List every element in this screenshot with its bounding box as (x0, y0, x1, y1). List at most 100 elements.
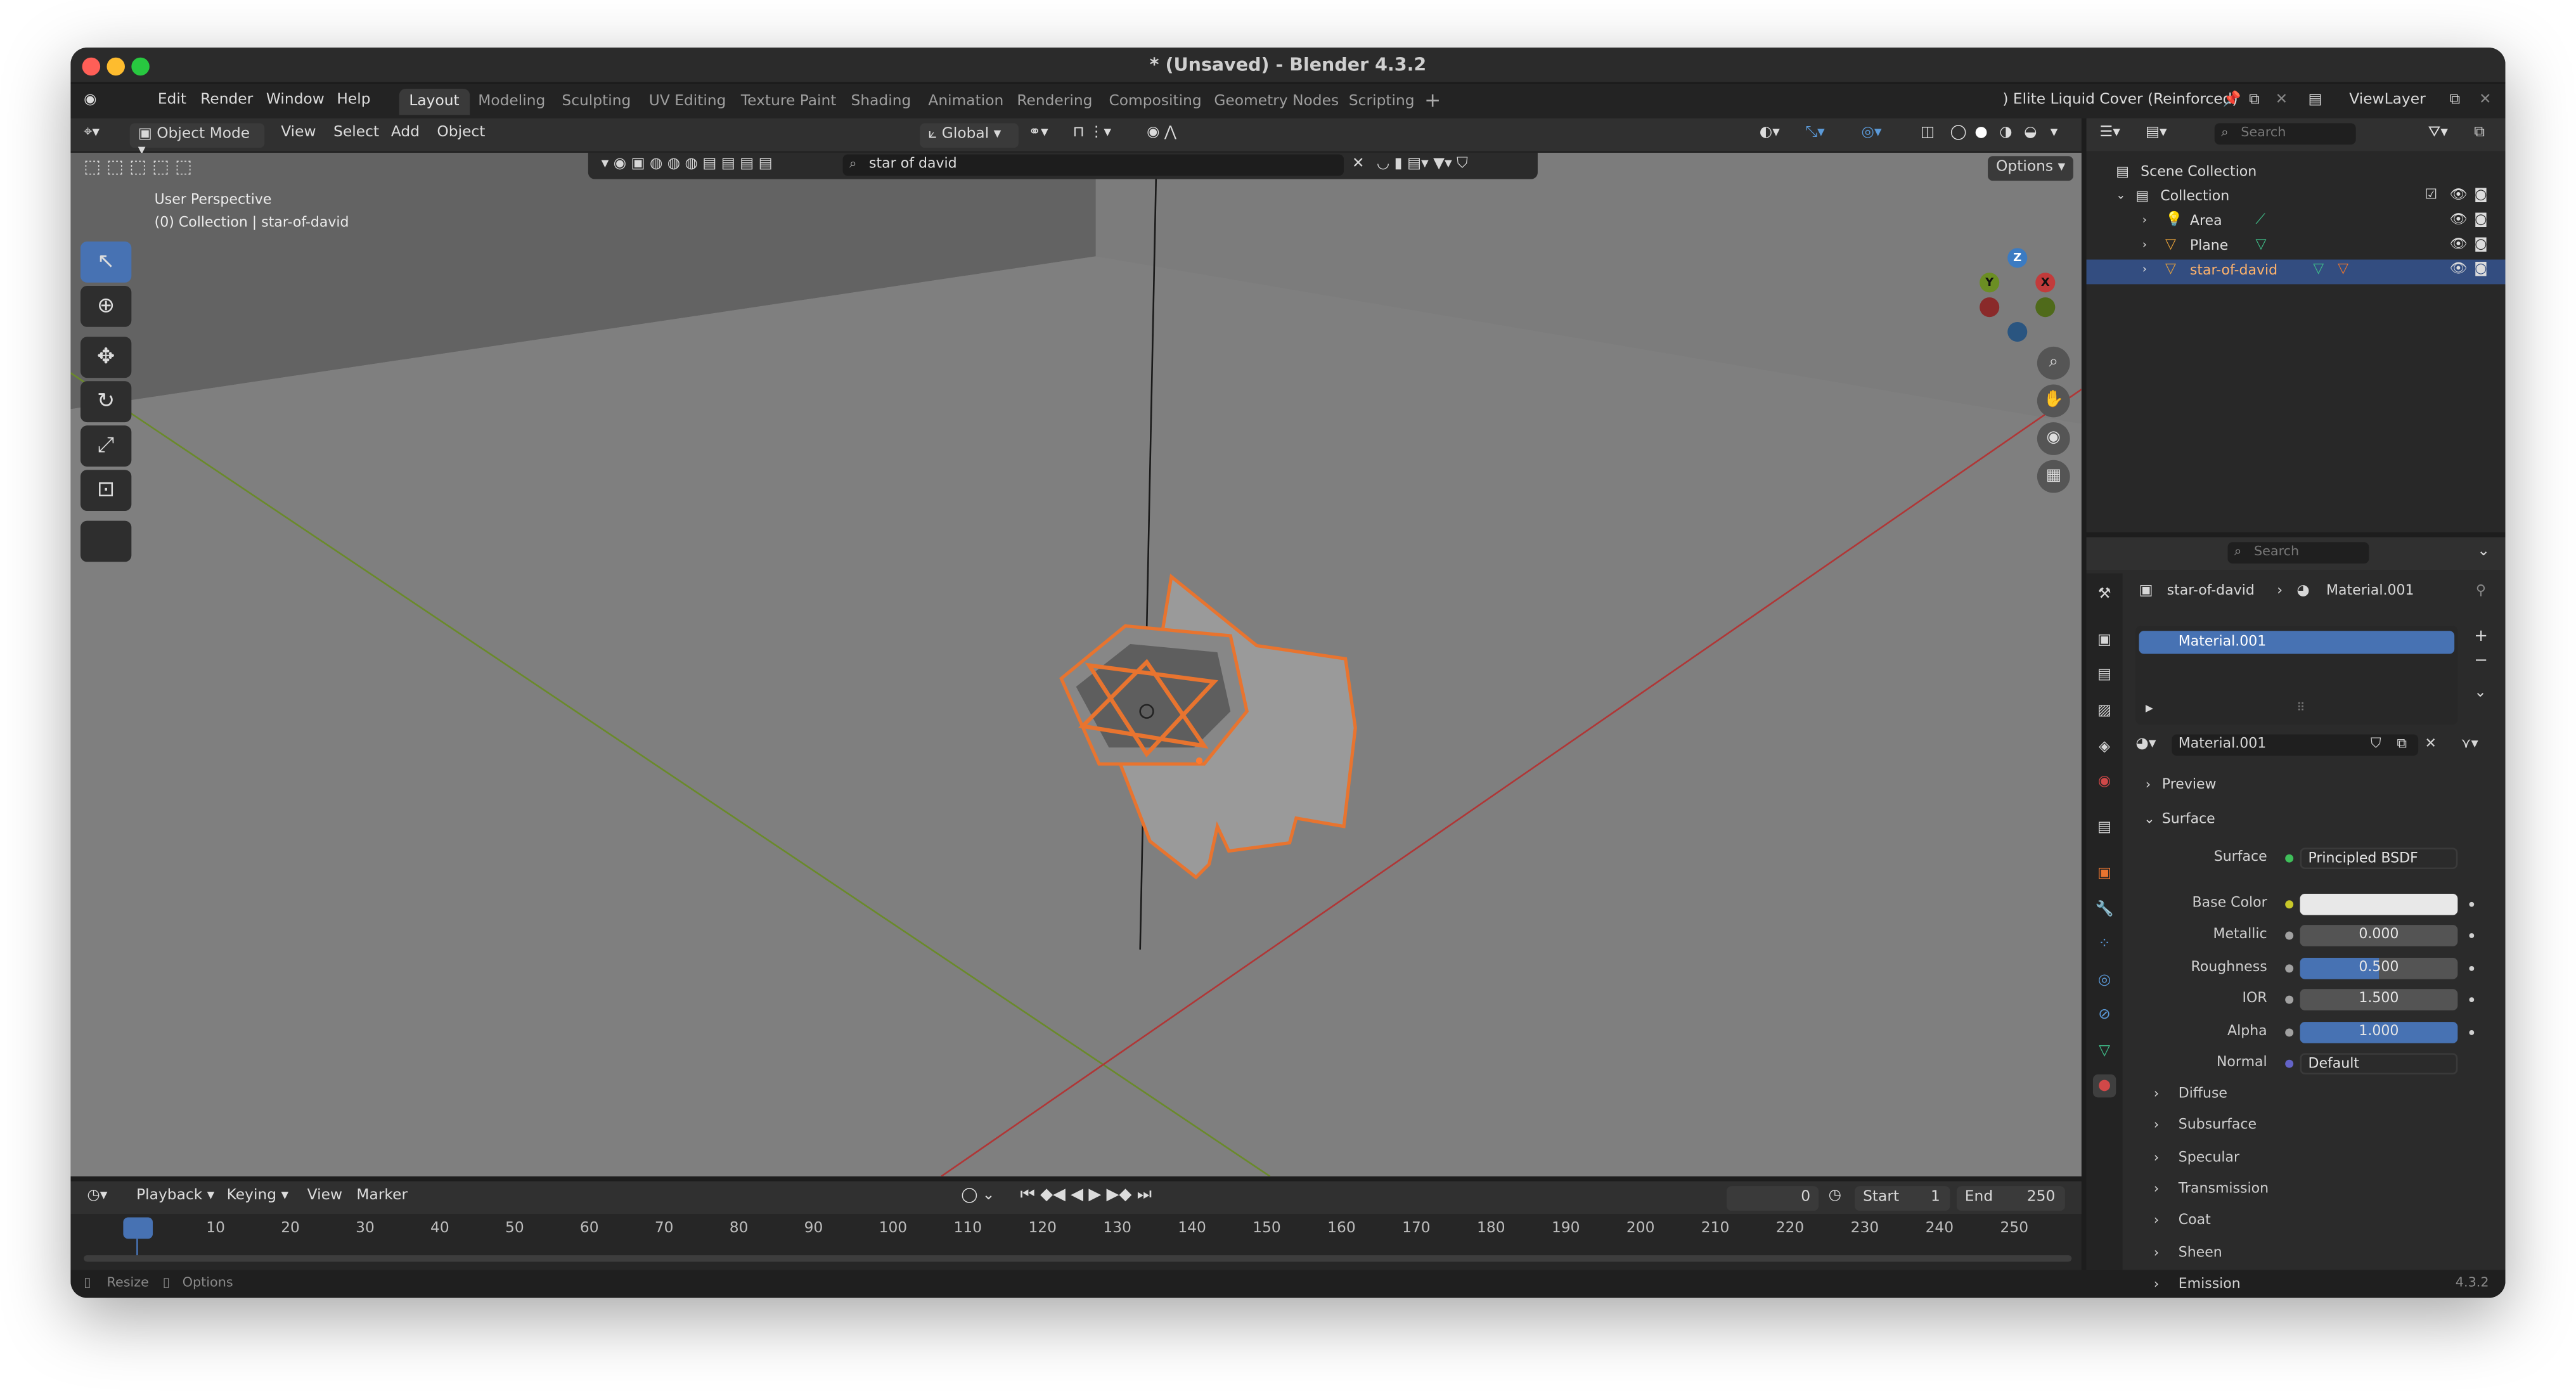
shading-dropdown-icon[interactable]: ▾ (2051, 125, 2058, 141)
normal-socket-icon[interactable] (2285, 1059, 2294, 1068)
chevron-right-icon[interactable]: › (2146, 777, 2151, 792)
chevron-right-icon[interactable]: › (2142, 214, 2147, 227)
playhead[interactable] (123, 1217, 153, 1239)
input-socket-icon[interactable] (2285, 1028, 2294, 1036)
filter-icon[interactable]: ⛛▾ (2428, 125, 2448, 141)
snap-icon[interactable]: ⊓ ⋮▾ (1072, 125, 1111, 141)
browse-material-icon[interactable]: ◕▾ (2135, 736, 2156, 752)
subsection-header[interactable]: Coat (2179, 1213, 2211, 1229)
chevron-right-icon[interactable]: › (2142, 263, 2147, 276)
pin-icon[interactable]: ⚲ (2476, 583, 2486, 600)
ortho-grid-icon[interactable]: ▦ (2037, 460, 2070, 493)
eye-icon[interactable]: 👁 (2449, 212, 2467, 228)
subsection-header[interactable]: Specular (2179, 1149, 2239, 1166)
add-slot-icon[interactable]: + (2474, 628, 2488, 646)
exclude-checkbox[interactable]: ☑ (2425, 187, 2437, 203)
orientation-dropdown[interactable]: ⟀ Global ▾ (920, 123, 1019, 148)
unlink-material-icon[interactable]: ✕ (2425, 736, 2436, 752)
tab-rendering[interactable]: Rendering (1007, 89, 1102, 115)
pan-hand-icon[interactable]: ✋ (2037, 384, 2070, 418)
tab-sculpting[interactable]: Sculpting (552, 89, 641, 115)
menu-help[interactable]: Help (337, 92, 370, 108)
tab-modeling[interactable]: Modeling (468, 89, 555, 115)
transform-tool[interactable]: ⊡ (80, 470, 132, 512)
timer-icon[interactable]: ◷ (1829, 1188, 1841, 1204)
timeline-editor-icon[interactable]: ◷▾ (87, 1188, 107, 1204)
outliner-editor-icon[interactable]: ☰▾ (2099, 125, 2120, 141)
input-socket-icon[interactable] (2285, 963, 2294, 972)
subsection-header[interactable]: Diffuse (2179, 1086, 2227, 1102)
menu-window[interactable]: Window (266, 92, 325, 108)
duplicate-material-icon[interactable]: ⧉ (2397, 736, 2407, 752)
asset-filter-icons[interactable]: ◡ ▮ ▤▾ ▼▾ ⛉ (1377, 156, 1468, 172)
chevron-down-icon[interactable]: ⌄ (2144, 811, 2154, 826)
menu-keying[interactable]: Keying ▾ (227, 1188, 289, 1204)
menu-add[interactable]: Add (391, 125, 420, 141)
remove-slot-icon[interactable]: − (2474, 652, 2488, 671)
shading-rendered-icon[interactable]: ◒ (2024, 125, 2037, 141)
menu-render[interactable]: Render (200, 92, 253, 108)
chevron-right-icon[interactable]: › (2142, 238, 2147, 252)
playback-controls-icon[interactable]: ⏮ ◆◀ ◀ ▶ ▶◆ ⏭ (1021, 1186, 1152, 1204)
world-tab-icon[interactable]: ◉ (2093, 771, 2116, 794)
menu-view[interactable]: View (281, 125, 316, 141)
display-mode-icon[interactable]: ▤▾ (2146, 125, 2167, 141)
move-tool[interactable]: ✥ (80, 337, 132, 378)
current-frame-field[interactable]: 0 (1726, 1186, 1819, 1211)
tab-scripting[interactable]: Scripting (1339, 89, 1424, 115)
render-tab-icon[interactable]: ▣ (2093, 629, 2116, 652)
zoom-icon[interactable]: ⌕ (2037, 346, 2070, 380)
node-link-icon[interactable]: ⋎▾ (2461, 736, 2478, 752)
collection-row[interactable]: ⌄ ▤ Collection ☑ 👁 ◙ (2087, 186, 2506, 210)
normal-field[interactable]: Default (2300, 1053, 2458, 1075)
outliner-item-plane[interactable]: › ▽ Plane ▽ 👁 ◙ (2087, 235, 2506, 260)
chevron-right-icon[interactable]: › (2154, 1149, 2159, 1164)
tab-layout[interactable]: Layout (399, 88, 470, 115)
rotate-tool[interactable]: ↻ (80, 381, 132, 423)
proportional-edit-icon[interactable]: ◉ ⋀ (1147, 125, 1176, 141)
object-type-filter-icons[interactable]: ▾ ◉ ▣ ◍ ◍ ◍ ▤ ▤ ▤ ▤ (602, 156, 773, 172)
clear-search-icon[interactable]: ✕ (1352, 156, 1365, 172)
shader-socket-icon[interactable] (2285, 854, 2294, 863)
camera-icon[interactable]: ◙ (2474, 236, 2487, 253)
eye-icon[interactable]: 👁 (2449, 261, 2467, 278)
tab-texture-paint[interactable]: Texture Paint (731, 89, 846, 115)
cursor-tool[interactable]: ⊕ (80, 285, 132, 327)
input-socket-icon[interactable] (2285, 932, 2294, 941)
end-frame-field[interactable]: End 250 (1956, 1186, 2065, 1211)
camera-icon[interactable]: ◙ (2474, 187, 2487, 203)
output-tab-icon[interactable]: ▤ (2093, 664, 2116, 686)
view-layer-icon[interactable]: ▤ (2308, 92, 2322, 108)
tab-uv-editing[interactable]: UV Editing (639, 89, 736, 115)
subsection-header[interactable]: Sheen (2179, 1244, 2222, 1261)
material-tab-icon[interactable]: ● (2092, 1074, 2116, 1098)
shading-material-icon[interactable]: ◑ (1999, 125, 2012, 141)
pin-icon[interactable]: 📌 (2223, 92, 2241, 108)
visibility-icon[interactable]: ◐▾ (1760, 125, 1780, 141)
properties-search-input[interactable]: ⌕ Search (2227, 542, 2369, 564)
field-value[interactable] (2300, 893, 2458, 915)
new-view-layer-icon[interactable]: ⧉ (2449, 92, 2460, 108)
gizmo-toggle-icon[interactable]: ⤡▾ (1805, 125, 1824, 141)
section-preview[interactable]: Preview (2162, 777, 2217, 794)
subsection-header[interactable]: Emission (2179, 1276, 2241, 1292)
tab-compositing[interactable]: Compositing (1099, 89, 1211, 115)
new-scene-icon[interactable]: ⧉ (2249, 92, 2260, 108)
keyframe-dot-icon[interactable] (2469, 965, 2475, 971)
start-frame-field[interactable]: Start 1 (1855, 1186, 1950, 1211)
eye-icon[interactable]: 👁 (2449, 236, 2467, 253)
shading-solid-icon[interactable]: ● (1974, 125, 1987, 141)
subsection-header[interactable]: Transmission (2179, 1181, 2269, 1197)
tab-geometry-nodes[interactable]: Geometry Nodes (1204, 89, 1349, 115)
section-surface[interactable]: Surface (2162, 811, 2215, 828)
shading-wireframe-icon[interactable]: ◯ (1950, 125, 1966, 141)
gizmo-neg-x[interactable] (1980, 297, 2000, 318)
xray-icon[interactable]: ◫ (1921, 125, 1935, 141)
chevron-right-icon[interactable]: › (2154, 1213, 2159, 1227)
collection-tab-icon[interactable]: ▤ (2093, 816, 2116, 839)
field-value[interactable]: 1.500 (2300, 989, 2458, 1011)
expand-slot-icon[interactable]: ▶ (2146, 703, 2153, 714)
outliner-item-star-of-david[interactable]: › ▽ star-of-david ▽ ▽ 👁 ◙ (2086, 259, 2506, 285)
scene-tab-icon[interactable]: ◈ (2093, 736, 2116, 759)
chevron-right-icon[interactable]: › (2154, 1244, 2159, 1259)
